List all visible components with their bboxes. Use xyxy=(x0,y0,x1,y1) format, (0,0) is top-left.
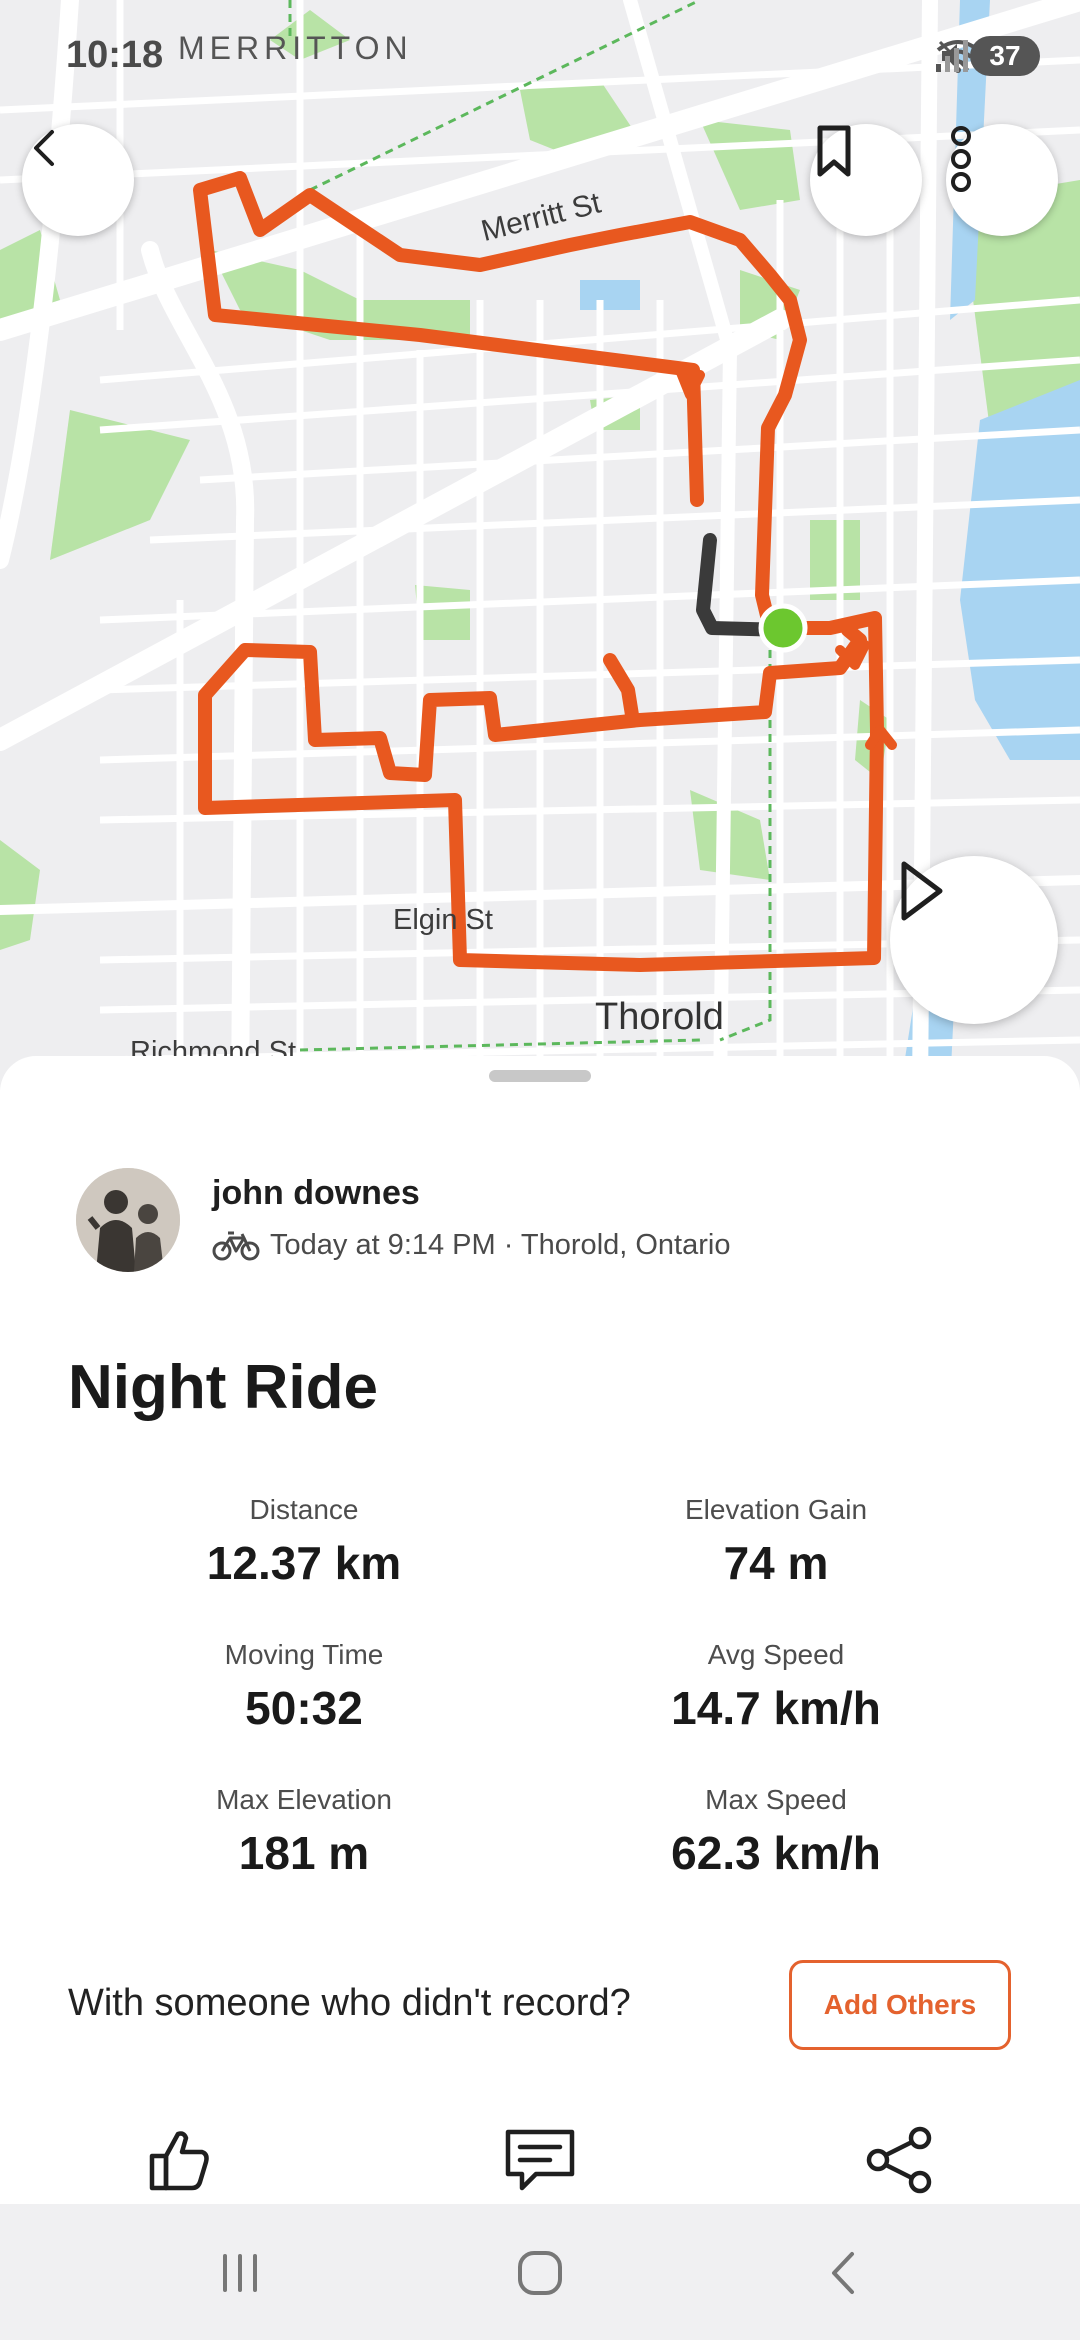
avatar-photo xyxy=(76,1168,180,1272)
recents-button[interactable] xyxy=(200,2238,280,2308)
stat-value: 62.3 km/h xyxy=(671,1827,881,1879)
back-icon xyxy=(34,130,54,166)
add-others-button[interactable]: Add Others xyxy=(789,1960,1011,2050)
stat-value: 12.37 km xyxy=(206,1537,402,1589)
athlete-name[interactable]: john downes xyxy=(212,1174,420,1213)
kudos-icon xyxy=(149,2131,209,2191)
map-label-elgin-st: Elgin St xyxy=(393,904,493,936)
share-button[interactable] xyxy=(855,2120,945,2200)
share-icon xyxy=(866,2126,932,2194)
system-back-icon xyxy=(832,2252,854,2294)
more-button[interactable] xyxy=(946,124,1058,236)
avatar[interactable] xyxy=(76,1168,180,1272)
system-nav-bar xyxy=(0,2204,1080,2340)
stat-value: 14.7 km/h xyxy=(671,1682,881,1734)
activity-title: Night Ride xyxy=(68,1353,378,1422)
flyover-play-button[interactable] xyxy=(890,856,1058,1024)
status-time: 10:18 xyxy=(66,34,164,76)
map-label-merritton: MERRITTON xyxy=(178,30,413,66)
stat-label: Max Speed xyxy=(705,1784,847,1815)
comment-button[interactable] xyxy=(495,2120,585,2200)
stat-label: Moving Time xyxy=(224,1639,384,1670)
route-map[interactable]: MERRITTON Merritt St Elgin St Thorold Ri… xyxy=(0,0,1080,1090)
back-button[interactable] xyxy=(22,124,134,236)
add-others-prompt: With someone who didn't record? xyxy=(68,1982,631,2024)
recents-icon xyxy=(223,2254,257,2292)
map-label-thorold: Thorold xyxy=(595,996,724,1038)
stat-label: Max Elevation xyxy=(216,1784,392,1815)
stat-avg-speed: Avg Speed 14.7 km/h xyxy=(576,1639,976,1735)
more-vertical-icon xyxy=(951,126,971,192)
activity-meta: Today at 9:14 PM · Thorold, Ontario xyxy=(212,1228,730,1262)
status-icons: 37 xyxy=(934,36,1040,76)
stat-max-speed: Max Speed 62.3 km/h xyxy=(576,1784,976,1880)
sheet-handle[interactable] xyxy=(489,1070,591,1082)
stat-value: 74 m xyxy=(723,1537,829,1589)
stat-distance: Distance 12.37 km xyxy=(104,1494,504,1590)
activity-meta-text: Today at 9:14 PM · Thorold, Ontario xyxy=(270,1228,731,1261)
home-icon xyxy=(518,2251,562,2295)
stat-moving-time: Moving Time 50:32 xyxy=(104,1639,504,1735)
comment-icon xyxy=(505,2129,575,2191)
home-button[interactable] xyxy=(500,2238,580,2308)
system-back-button[interactable] xyxy=(805,2238,885,2308)
activity-sheet: john downes Today at 9:14 PM · Thorold, … xyxy=(0,1056,1080,2204)
stat-label: Avg Speed xyxy=(707,1639,845,1670)
kudos-button[interactable] xyxy=(135,2120,225,2200)
stat-value: 50:32 xyxy=(245,1682,363,1734)
stat-value: 181 m xyxy=(238,1827,370,1879)
play-icon xyxy=(901,861,943,921)
stat-label: Elevation Gain xyxy=(684,1494,868,1525)
start-marker xyxy=(758,603,808,653)
stat-elevation-gain: Elevation Gain 74 m xyxy=(576,1494,976,1590)
stat-max-elevation: Max Elevation 181 m xyxy=(104,1784,504,1880)
bike-icon xyxy=(212,1231,260,1261)
stat-label: Distance xyxy=(249,1494,359,1525)
bookmark-icon xyxy=(817,125,851,177)
bookmark-button[interactable] xyxy=(810,124,922,236)
